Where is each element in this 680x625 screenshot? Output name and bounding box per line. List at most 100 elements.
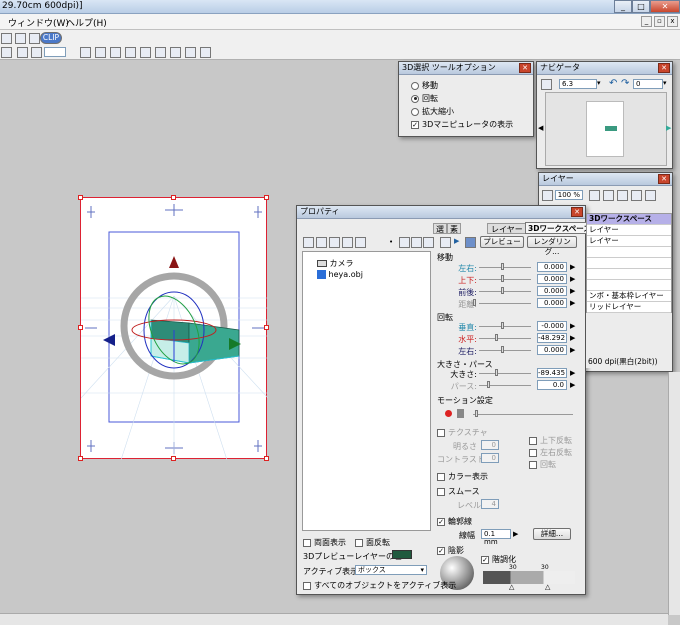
navigator-rotation-field[interactable]: 0 bbox=[633, 79, 663, 89]
object-tree[interactable]: カメラ heya.obj bbox=[302, 251, 431, 531]
smooth-checkbox[interactable] bbox=[437, 487, 445, 496]
rot-v-knob[interactable] bbox=[501, 322, 504, 329]
preview-button[interactable]: プレビュー bbox=[480, 236, 524, 248]
flip-v-checkbox[interactable] bbox=[529, 436, 537, 445]
minimize-button[interactable]: _ bbox=[614, 0, 632, 13]
layer-opacity-icon[interactable] bbox=[542, 190, 553, 201]
radio-rotate[interactable] bbox=[411, 94, 419, 103]
handle-bottom-right[interactable] bbox=[264, 456, 269, 461]
flip-h-option[interactable]: 左右反転 bbox=[529, 447, 572, 458]
doc-restore-button[interactable]: ▫ bbox=[654, 16, 665, 27]
perspective-arrow-icon[interactable]: ▶ bbox=[570, 381, 575, 389]
layer-delete-icon[interactable] bbox=[645, 190, 656, 201]
layer-item-6[interactable] bbox=[587, 280, 671, 291]
both-sides-checkbox[interactable] bbox=[303, 538, 311, 547]
handle-bottom[interactable] bbox=[171, 456, 176, 461]
tone-marker-2-icon[interactable]: △ bbox=[545, 583, 550, 591]
maximize-button[interactable]: □ bbox=[632, 0, 650, 13]
layer-item-5[interactable] bbox=[587, 269, 671, 280]
mountain-icon[interactable] bbox=[465, 237, 476, 248]
properties-close-button[interactable]: ✕ bbox=[571, 207, 583, 217]
rot-h-arrow-icon[interactable]: ▶ bbox=[570, 334, 575, 342]
rot-v-arrow-icon[interactable]: ▶ bbox=[570, 322, 575, 330]
tone-marker-1-icon[interactable]: △ bbox=[509, 583, 514, 591]
toolbar-field[interactable] bbox=[44, 47, 66, 57]
handle-right[interactable] bbox=[264, 325, 269, 330]
move-fb-knob[interactable] bbox=[501, 287, 504, 294]
menu-window[interactable]: ウィンドウ(W) bbox=[8, 16, 69, 29]
move-ud-arrow-icon[interactable]: ▶ bbox=[570, 275, 575, 283]
record-icon[interactable] bbox=[445, 410, 452, 417]
layer-new-icon[interactable] bbox=[589, 190, 600, 201]
download-icon[interactable] bbox=[411, 237, 422, 248]
outline-option[interactable]: ✓ 輪郭線 bbox=[437, 516, 472, 527]
clip-button[interactable]: CLIP bbox=[40, 32, 62, 44]
trash-icon[interactable] bbox=[355, 237, 366, 248]
zoom-dropdown-icon[interactable]: ▾ bbox=[597, 79, 601, 87]
doc-minimize-button[interactable]: _ bbox=[641, 16, 652, 27]
layer-item-8[interactable]: リッドレイヤー bbox=[587, 302, 671, 313]
open-icon[interactable] bbox=[15, 33, 26, 44]
handle-top-left[interactable] bbox=[78, 195, 83, 200]
smooth-option[interactable]: スムース bbox=[437, 486, 480, 497]
outline-detail-button[interactable]: 詳細... bbox=[533, 528, 571, 540]
navigator-close-button[interactable]: ✕ bbox=[658, 63, 670, 73]
copy-icon[interactable] bbox=[329, 237, 340, 248]
shadow-option[interactable]: ✓ 陰影 bbox=[437, 545, 464, 556]
table-icon[interactable] bbox=[440, 237, 451, 248]
layer-item-2[interactable]: レイヤー bbox=[587, 236, 671, 247]
option-manipulator[interactable]: ✓ 3Dマニピュレータの表示 bbox=[411, 119, 513, 130]
doc-close-button[interactable]: x bbox=[667, 16, 678, 27]
invert-faces-option[interactable]: 面反転 bbox=[355, 537, 390, 548]
navigator-preview[interactable] bbox=[545, 92, 667, 166]
preview-color-swatch[interactable] bbox=[392, 550, 412, 559]
move-ud-value[interactable]: 0.000 bbox=[537, 274, 567, 284]
new-icon[interactable] bbox=[1, 33, 12, 44]
color-display-checkbox[interactable] bbox=[437, 472, 445, 481]
zoom-icon[interactable] bbox=[541, 79, 552, 90]
grid-icon[interactable] bbox=[1, 47, 12, 58]
contrast-value[interactable]: 0 bbox=[481, 453, 499, 463]
move-dist-value[interactable]: 0.000 bbox=[537, 298, 567, 308]
grid-view-icon[interactable] bbox=[423, 237, 434, 248]
layer-item-3[interactable] bbox=[587, 247, 671, 258]
rot-h-slider[interactable] bbox=[479, 338, 531, 339]
tree-object-item[interactable]: heya.obj bbox=[317, 270, 363, 279]
layer-copy-icon[interactable] bbox=[617, 190, 628, 201]
document-page[interactable] bbox=[78, 195, 269, 461]
tone-checkbox[interactable]: ✓ bbox=[481, 555, 489, 564]
vertical-scrollbar[interactable] bbox=[668, 372, 680, 615]
both-sides-option[interactable]: 両面表示 bbox=[303, 537, 346, 548]
tab-layer[interactable]: レイヤー bbox=[487, 223, 527, 234]
handle-left[interactable] bbox=[78, 325, 83, 330]
texture-checkbox[interactable] bbox=[437, 428, 445, 437]
rot-v-slider[interactable] bbox=[479, 326, 531, 327]
brightness-value[interactable]: 0 bbox=[481, 440, 499, 450]
nav-right-arrow-icon[interactable]: ▶ bbox=[666, 124, 671, 132]
move-lr-arrow-icon[interactable]: ▶ bbox=[570, 263, 575, 271]
pen-icon[interactable] bbox=[80, 47, 91, 58]
move-fb-arrow-icon[interactable]: ▶ bbox=[570, 287, 575, 295]
manipulator-checkbox[interactable]: ✓ bbox=[411, 120, 419, 129]
move-lr-slider[interactable] bbox=[479, 267, 531, 268]
perspective-value[interactable]: 0.0 bbox=[537, 380, 567, 390]
grid-hash-icon[interactable] bbox=[185, 47, 196, 58]
handle-top-right[interactable] bbox=[264, 195, 269, 200]
texture-option[interactable]: テクスチャ bbox=[437, 427, 488, 438]
rotate-right-icon[interactable]: ↷ bbox=[621, 78, 629, 89]
triangle-ruler-icon[interactable] bbox=[95, 47, 106, 58]
rot-h-knob[interactable] bbox=[495, 334, 498, 341]
tex-rotate-option[interactable]: 回転 bbox=[529, 459, 556, 470]
move-fb-value[interactable]: 0.000 bbox=[537, 286, 567, 296]
handle-top[interactable] bbox=[171, 195, 176, 200]
layer-item-7[interactable]: ンボ・基本枠レイヤー bbox=[587, 291, 671, 302]
motion-knob[interactable] bbox=[475, 410, 478, 417]
ruler-icon[interactable] bbox=[17, 47, 28, 58]
outline-width-value[interactable]: 0.1 mm bbox=[481, 529, 511, 546]
motion-slider[interactable] bbox=[473, 414, 573, 415]
paste-icon[interactable] bbox=[342, 237, 353, 248]
rot-lr-slider[interactable] bbox=[479, 350, 531, 351]
save-icon[interactable] bbox=[316, 237, 327, 248]
nav-left-arrow-icon[interactable]: ◀ bbox=[538, 124, 543, 132]
color-display-option[interactable]: カラー表示 bbox=[437, 471, 488, 482]
